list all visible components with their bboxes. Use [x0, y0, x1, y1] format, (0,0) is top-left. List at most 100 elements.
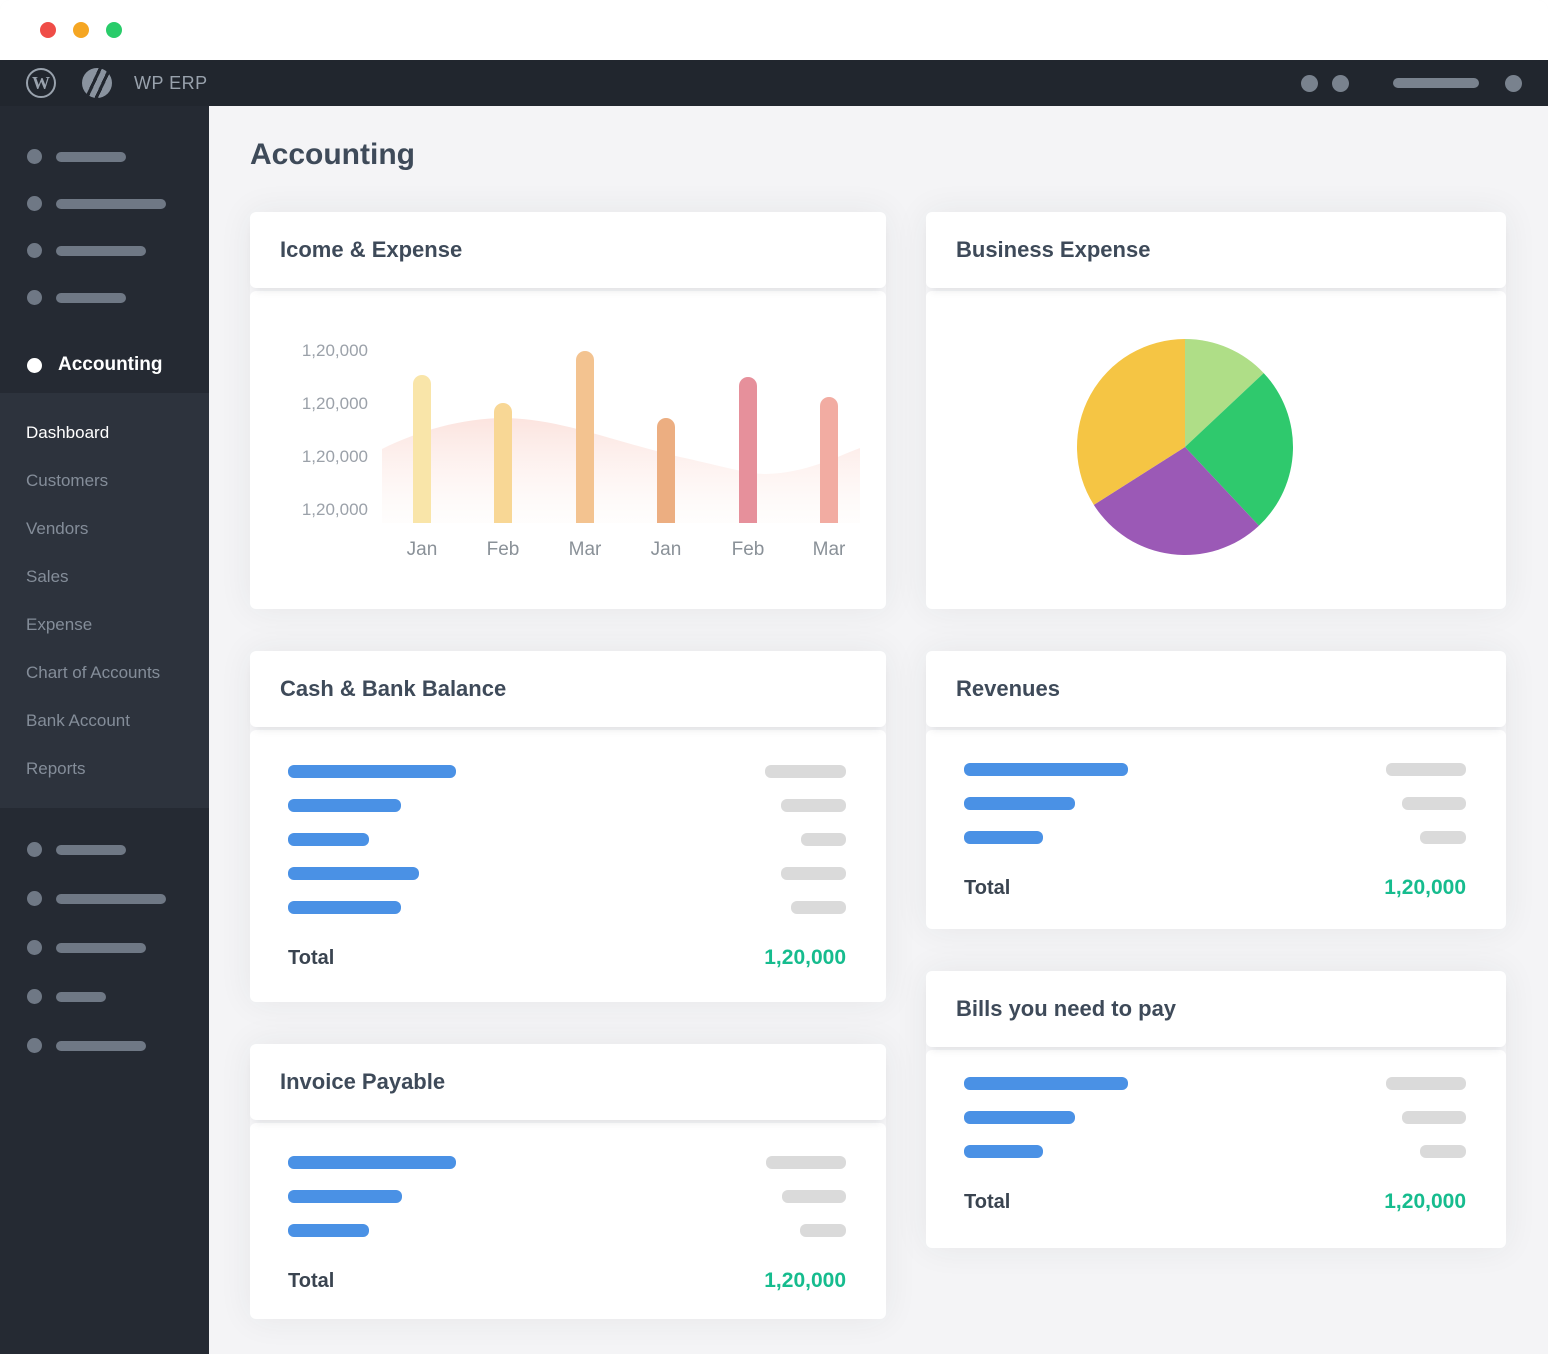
item-name-placeholder — [288, 867, 419, 880]
sidebar-item-dashboard[interactable]: Dashboard — [0, 409, 209, 457]
minimize-window-button[interactable] — [73, 22, 89, 38]
x-axis-tick-label: Mar — [545, 539, 625, 561]
item-amount-placeholder — [1420, 1145, 1466, 1158]
card-title: Invoice Payable — [280, 1069, 445, 1095]
y-axis-tick-label: 1,20,000 — [250, 341, 368, 361]
item-name-placeholder — [288, 799, 401, 812]
menu-label-placeholder — [56, 199, 166, 209]
menu-label-placeholder — [56, 293, 126, 303]
menu-label-placeholder — [56, 845, 126, 855]
card-header: Revenues — [926, 651, 1506, 727]
wp-erp-logo-icon[interactable] — [82, 68, 112, 98]
adminbar-dot-icon[interactable] — [1332, 75, 1349, 92]
menu-dot-icon — [27, 989, 42, 1004]
sidebar-placeholder-item[interactable] — [0, 274, 209, 321]
bar-mar-1 — [576, 351, 594, 523]
sidebar-placeholder-item[interactable] — [0, 923, 209, 972]
sidebar-item-label: Accounting — [58, 354, 163, 376]
list-item — [964, 820, 1466, 854]
adminbar-dot-icon[interactable] — [1301, 75, 1318, 92]
menu-dot-icon — [27, 842, 42, 857]
sidebar-placeholder-item[interactable] — [0, 133, 209, 180]
menu-dot-icon — [27, 149, 42, 164]
card-header: Business Expense — [926, 212, 1506, 288]
income-expense-chart: 1,20,0001,20,0001,20,0001,20,000JanFebMa… — [250, 291, 886, 609]
x-axis-tick-label: Jan — [626, 539, 706, 561]
menu-dot-icon — [27, 196, 42, 211]
zoom-window-button[interactable] — [106, 22, 122, 38]
business-expense-chart — [926, 291, 1506, 609]
total-value: 1,20,000 — [1384, 876, 1466, 900]
wordpress-logo-icon[interactable]: W — [26, 68, 56, 98]
item-name-placeholder — [288, 901, 401, 914]
sidebar-placeholder-item[interactable] — [0, 180, 209, 227]
list-item — [288, 1213, 846, 1247]
item-amount-placeholder — [766, 1156, 846, 1169]
sidebar-bottom-menu — [0, 808, 209, 1070]
sidebar-placeholder-item[interactable] — [0, 1021, 209, 1070]
list-item — [288, 890, 846, 924]
item-name-placeholder — [964, 797, 1075, 810]
item-amount-placeholder — [765, 765, 846, 778]
item-amount-placeholder — [1386, 1077, 1466, 1090]
menu-dot-icon — [27, 243, 42, 258]
total-label: Total — [288, 947, 334, 970]
item-amount-placeholder — [1420, 831, 1466, 844]
sidebar-item-expense[interactable]: Expense — [0, 601, 209, 649]
list-item — [288, 822, 846, 856]
sidebar-placeholder-item[interactable] — [0, 825, 209, 874]
expense-pie-chart — [1075, 337, 1295, 557]
list-item — [288, 754, 846, 788]
bar-feb-1 — [494, 403, 512, 523]
window-titlebar — [0, 0, 1548, 60]
list-item — [964, 1066, 1466, 1100]
total-value: 1,20,000 — [764, 946, 846, 970]
menu-dot-icon — [27, 1038, 42, 1053]
menu-label-placeholder — [56, 246, 146, 256]
x-axis-tick-label: Mar — [789, 539, 869, 561]
card-title: Bills you need to pay — [956, 996, 1176, 1022]
x-axis-tick-label: Jan — [382, 539, 462, 561]
item-name-placeholder — [964, 1111, 1075, 1124]
sidebar-item-vendors[interactable]: Vendors — [0, 505, 209, 553]
menu-label-placeholder — [56, 152, 126, 162]
card-title: Cash & Bank Balance — [280, 676, 506, 702]
sidebar-item-sales[interactable]: Sales — [0, 553, 209, 601]
main-content: Accounting Icome & Expense — [209, 106, 1548, 1354]
item-amount-placeholder — [800, 1224, 846, 1237]
app-window: W WP ERP Accounting DashboardCustomersVe… — [0, 0, 1548, 1354]
total-label: Total — [288, 1270, 334, 1293]
avatar[interactable] — [1505, 75, 1522, 92]
card-header: Cash & Bank Balance — [250, 651, 886, 727]
sidebar-placeholder-item[interactable] — [0, 972, 209, 1021]
menu-label-placeholder — [56, 1041, 146, 1051]
bills-card: Bills you need to pay Total 1,20,000 — [926, 971, 1506, 1248]
invoice-payable-rows — [288, 1123, 846, 1247]
business-expense-card: Business Expense — [926, 212, 1506, 609]
sidebar-placeholder-item[interactable] — [0, 874, 209, 923]
item-name-placeholder — [964, 1145, 1043, 1158]
sidebar-item-bank-account[interactable]: Bank Account — [0, 697, 209, 745]
admin-sidebar: Accounting DashboardCustomersVendorsSale… — [0, 106, 209, 1354]
window-controls — [40, 22, 122, 38]
adminbar-right-controls — [1301, 75, 1522, 92]
item-amount-placeholder — [781, 799, 846, 812]
item-name-placeholder — [964, 831, 1043, 844]
sidebar-item-chart-of-accounts[interactable]: Chart of Accounts — [0, 649, 209, 697]
sidebar-top-menu — [0, 106, 209, 321]
list-item — [964, 1100, 1466, 1134]
sidebar-placeholder-item[interactable] — [0, 227, 209, 274]
menu-label-placeholder — [56, 992, 106, 1002]
close-window-button[interactable] — [40, 22, 56, 38]
card-header: Invoice Payable — [250, 1044, 886, 1120]
cash-bank-card: Cash & Bank Balance Total 1,20,000 — [250, 651, 886, 1002]
sidebar-item-customers[interactable]: Customers — [0, 457, 209, 505]
total-row: Total 1,20,000 — [964, 1180, 1466, 1224]
bar-feb-2 — [739, 377, 757, 523]
item-name-placeholder — [288, 1224, 369, 1237]
total-label: Total — [964, 877, 1010, 900]
page-title: Accounting — [250, 135, 1506, 175]
sidebar-item-reports[interactable]: Reports — [0, 745, 209, 793]
menu-dot-icon — [27, 891, 42, 906]
sidebar-item-accounting[interactable]: Accounting — [0, 337, 209, 393]
